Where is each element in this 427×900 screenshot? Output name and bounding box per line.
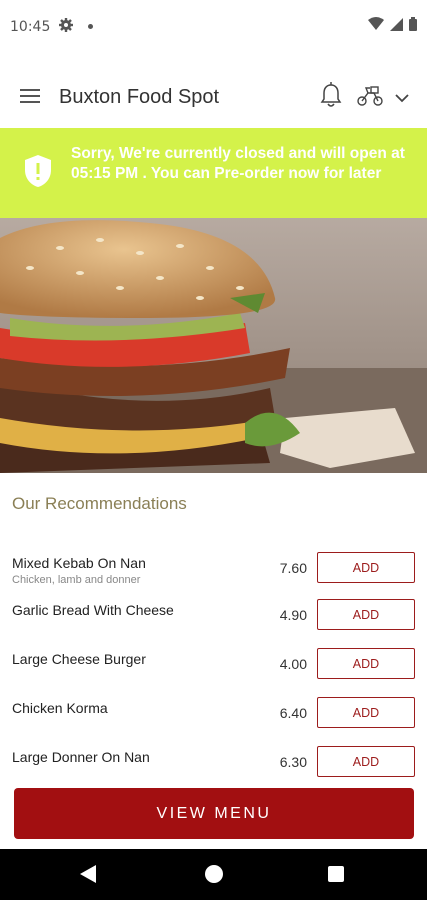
item-price: 4.90 xyxy=(279,607,307,623)
add-button[interactable]: ADD xyxy=(317,599,415,630)
system-nav-bar xyxy=(0,849,427,900)
item-name: Large Donner On Nan xyxy=(12,749,150,765)
item-name: Garlic Bread With Cheese xyxy=(12,602,174,618)
status-icons xyxy=(368,17,417,36)
delivery-scooter-icon[interactable] xyxy=(356,86,384,111)
item-price: 7.60 xyxy=(279,560,307,576)
hamburger-menu-icon[interactable] xyxy=(20,89,40,103)
add-button[interactable]: ADD xyxy=(317,552,415,583)
list-item: Large Cheese Burger 4.00 ADD xyxy=(0,648,427,690)
item-price: 6.40 xyxy=(279,705,307,721)
page-title: Buxton Food Spot xyxy=(59,86,220,108)
status-time: 10:45 xyxy=(10,19,51,35)
wifi-icon xyxy=(368,17,384,36)
item-price: 6.30 xyxy=(279,754,307,770)
closed-notice-banner: Sorry, We're currently closed and will o… xyxy=(0,128,427,218)
list-item: Mixed Kebab On Nan Chicken, lamb and don… xyxy=(0,552,427,594)
recent-apps-icon[interactable] xyxy=(328,866,344,882)
bell-icon[interactable] xyxy=(320,82,342,113)
app-bar: Buxton Food Spot xyxy=(0,56,427,128)
hero-burger-image xyxy=(0,218,427,473)
shield-alert-icon xyxy=(24,154,52,193)
notification-dot-icon xyxy=(88,24,93,29)
back-icon[interactable] xyxy=(80,865,96,888)
signal-icon xyxy=(390,17,403,36)
item-price: 4.00 xyxy=(279,656,307,672)
status-bar: 10:45 xyxy=(0,0,427,56)
view-menu-button[interactable]: VIEW MENU xyxy=(14,788,414,839)
add-button[interactable]: ADD xyxy=(317,648,415,679)
list-item: Chicken Korma 6.40 ADD xyxy=(0,697,427,739)
add-button[interactable]: ADD xyxy=(317,746,415,777)
battery-icon xyxy=(409,17,417,36)
list-item: Large Donner On Nan 6.30 ADD xyxy=(0,746,427,788)
home-icon[interactable] xyxy=(205,865,223,883)
item-name: Mixed Kebab On Nan xyxy=(12,555,146,571)
item-description: Chicken, lamb and donner xyxy=(12,574,141,586)
item-name: Chicken Korma xyxy=(12,700,108,716)
list-item: Garlic Bread With Cheese 4.90 ADD xyxy=(0,599,427,641)
recommendations-heading: Our Recommendations xyxy=(12,494,187,513)
closed-notice-text: Sorry, We're currently closed and will o… xyxy=(71,145,405,182)
settings-gear-icon xyxy=(58,17,74,38)
item-name: Large Cheese Burger xyxy=(12,651,146,667)
add-button[interactable]: ADD xyxy=(317,697,415,728)
chevron-down-icon[interactable] xyxy=(395,90,409,108)
